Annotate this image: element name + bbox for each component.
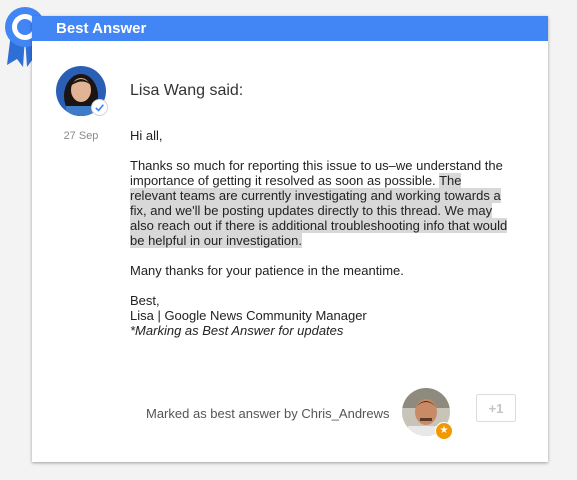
best-answer-note: *Marking as Best Answer for updates [130,323,344,338]
header-title: Best Answer [56,20,147,37]
card-header: Best Answer [32,16,548,41]
marked-by-text: Marked as best answer by Chris_Andrews [146,406,390,421]
star-icon: ★ [435,422,453,440]
signoff: Best, [130,293,160,308]
signature: Lisa | Google News Community Manager [130,308,367,323]
plus-one-button[interactable]: +1 [476,394,516,422]
paragraph-1: Thanks so much for reporting this issue … [130,158,510,248]
post-date: 27 Sep [63,130,99,142]
verified-badge [91,99,108,116]
paragraph-2: Many thanks for your patience in the mea… [130,263,404,278]
check-icon [95,104,104,112]
author-said[interactable]: Lisa Wang said: [130,82,243,100]
post-body: Hi all, Thanks so much for reporting thi… [130,128,510,338]
greeting: Hi all, [130,128,163,143]
